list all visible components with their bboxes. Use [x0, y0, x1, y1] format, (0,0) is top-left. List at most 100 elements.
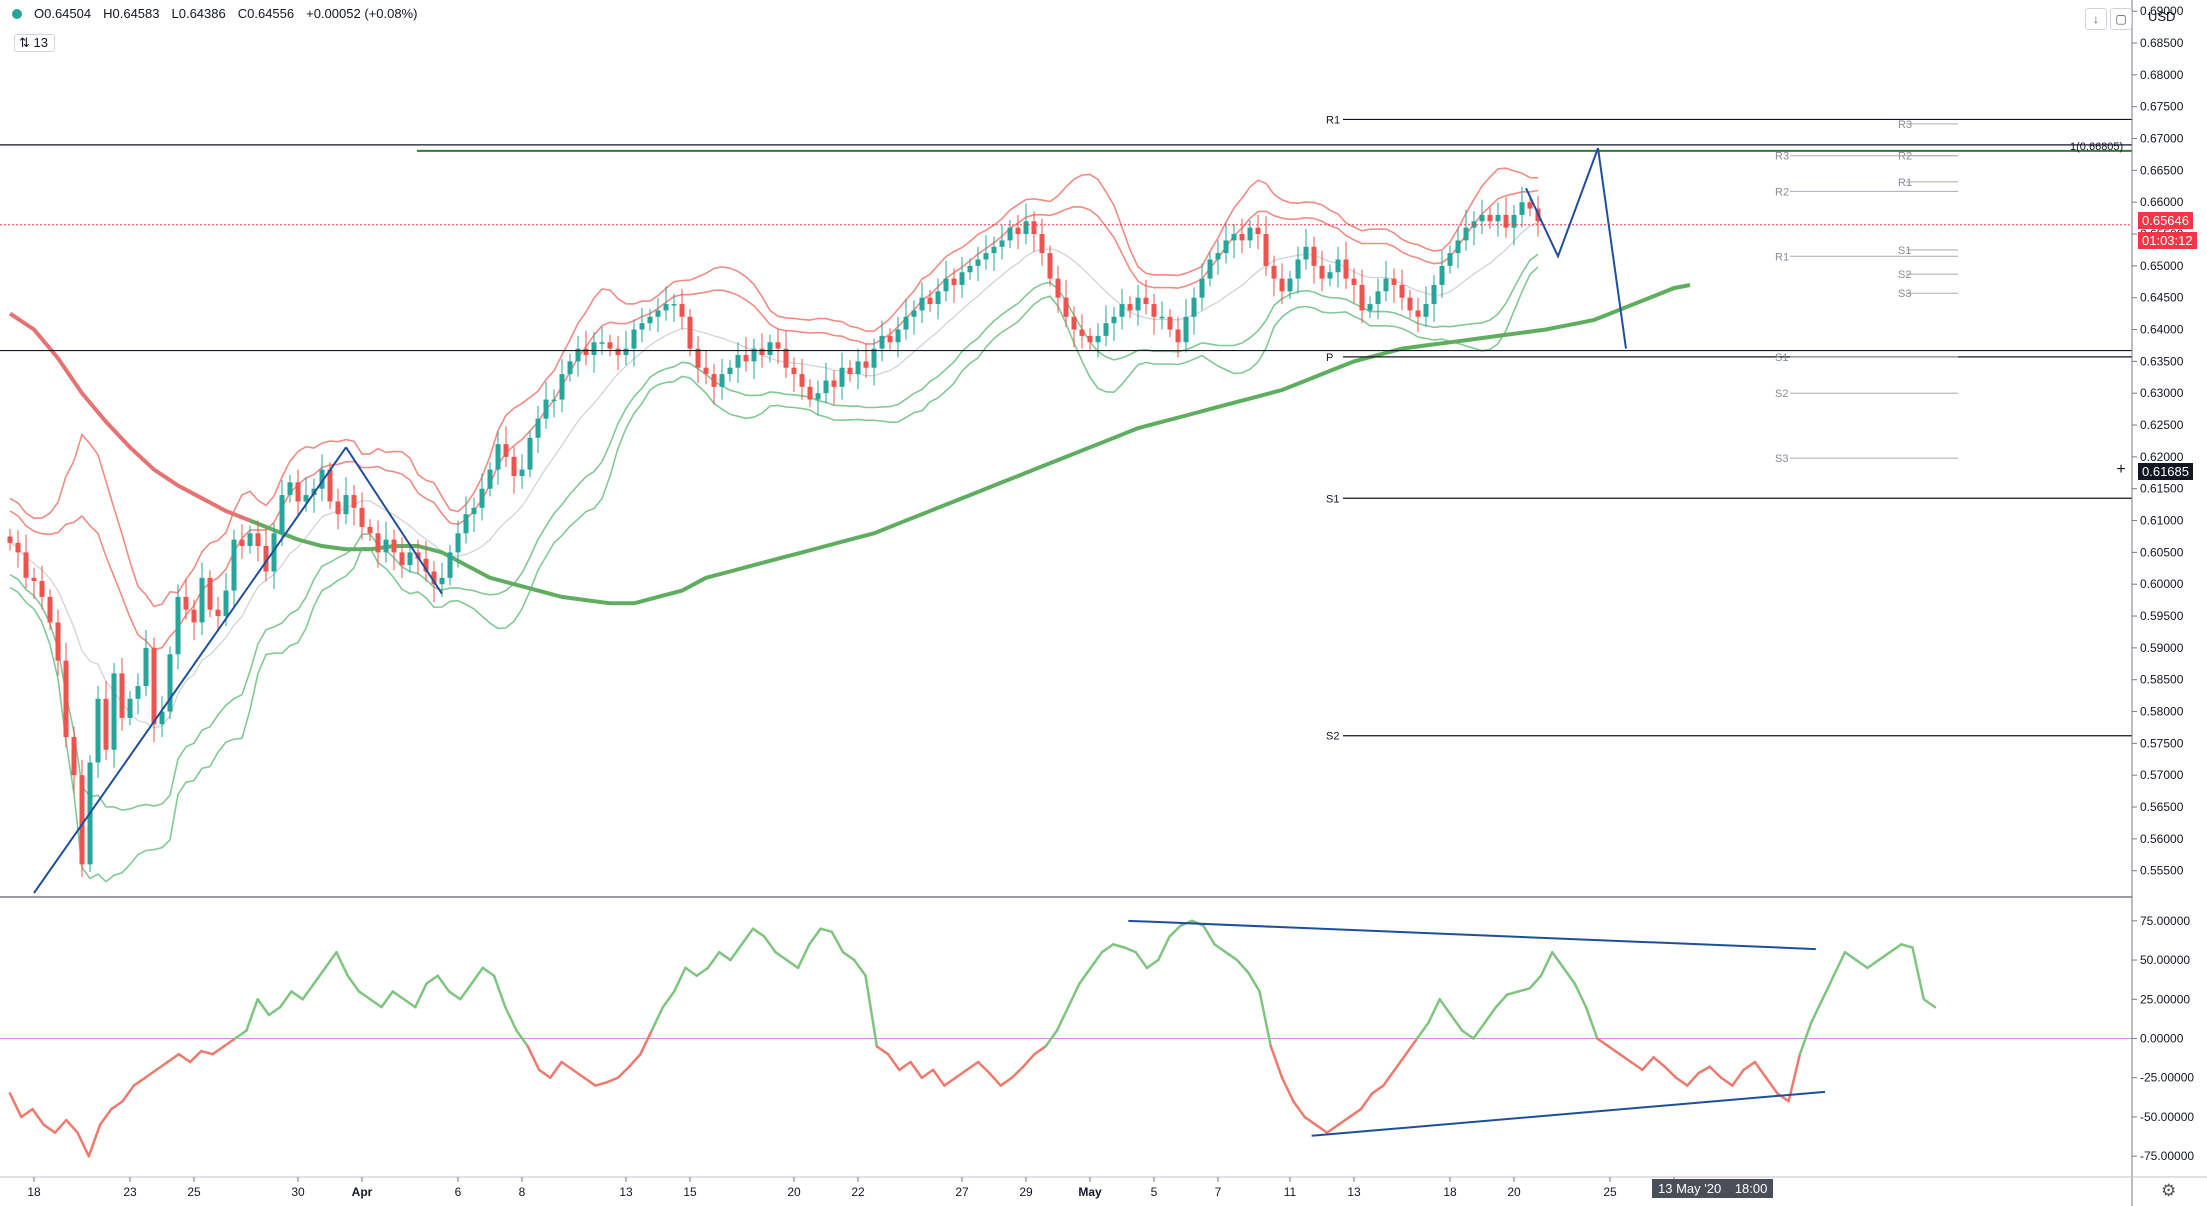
osc-segment [20, 1107, 34, 1119]
candle-body [1135, 297, 1141, 311]
osc-segment [560, 1060, 575, 1072]
candle-body [1183, 316, 1189, 343]
osc-segment [1145, 958, 1160, 970]
price-tick-label: 0.61000 [2140, 514, 2184, 528]
square-icon[interactable]: ▢ [2110, 8, 2132, 30]
candle-body [935, 291, 941, 305]
candle-body [367, 526, 373, 534]
osc-segment [672, 966, 687, 993]
osc-segment [87, 1123, 102, 1158]
candle-body [1047, 253, 1053, 279]
candle-body [1007, 227, 1013, 241]
osc-segment [1078, 966, 1092, 985]
osc-segment [1292, 1100, 1306, 1119]
candle-body [1327, 272, 1333, 279]
osc-segment [1686, 1071, 1700, 1087]
osc-segment [323, 950, 338, 970]
candle-body [79, 775, 85, 865]
candle-body [247, 533, 253, 547]
osc-segment [808, 927, 822, 946]
osc-segment [1021, 1052, 1036, 1068]
level-label: S1 [1326, 493, 1339, 505]
add-plus-icon[interactable]: + [2112, 461, 2130, 479]
time-tick-label: 25 [1603, 1185, 1617, 1199]
osc-segment [290, 990, 304, 1001]
candle-body [703, 367, 709, 375]
osc-segment [999, 1076, 1014, 1087]
candle-body [631, 329, 637, 349]
candle-body [471, 507, 477, 515]
price-tick-label: 0.61500 [2140, 482, 2184, 496]
candle-body [847, 367, 853, 375]
candle-body [287, 482, 293, 496]
osc-segment [965, 1060, 980, 1072]
osc-segment [166, 1052, 181, 1064]
candle-body [1279, 278, 1285, 292]
osc-segment [1359, 1092, 1374, 1111]
crosshair-clock: 18:00 [1734, 1181, 1768, 1196]
ohlc-legend: O0.64504 H0.64583 L0.64386 C0.64556 +0.0… [12, 6, 417, 21]
candle-body [599, 342, 605, 344]
osc-segment [1393, 1052, 1408, 1072]
candle-body [1383, 278, 1389, 292]
gear-icon[interactable]: ⚙ [2161, 1181, 2176, 1201]
osc-segment [909, 1060, 924, 1079]
candle-body [695, 348, 701, 368]
candle-body [55, 622, 61, 661]
level-label: P [1326, 352, 1333, 364]
price-tick-label: 0.66000 [2140, 195, 2184, 209]
osc-segment [1596, 1037, 1610, 1048]
cursor-price-tag: 0.61685 [2138, 463, 2193, 480]
candle-body [1215, 253, 1221, 260]
chart-canvas[interactable]: R1 1(0.66805) P S1 S2 R3 R2 R1 S1 S2 S3 R3 R2 R1 S1 S2 S… [0, 0, 2207, 1206]
candle-body [215, 609, 221, 617]
countdown-value: 01:03:12 [2142, 233, 2193, 248]
price-tick-label: 0.63000 [2140, 386, 2184, 400]
candle-body [943, 278, 949, 292]
candle-body [551, 399, 557, 402]
candle-body [487, 469, 493, 489]
candle-body [1503, 214, 1509, 228]
candle-body [111, 673, 117, 750]
osc-segment [301, 982, 316, 1001]
price-tick-label: 0.55500 [2140, 864, 2184, 878]
candle-body [191, 609, 197, 623]
candle-body [791, 367, 797, 375]
osc-segment [605, 1076, 620, 1084]
osc-segment [335, 950, 349, 977]
candle-body [223, 590, 229, 617]
osc-segment [582, 1076, 597, 1087]
candle-body [799, 374, 805, 387]
price-axis[interactable]: 0.690000.685000.680000.675000.670000.665… [2131, 0, 2194, 1206]
candle-body [775, 342, 781, 349]
price-tick-label: 0.56500 [2140, 800, 2184, 814]
time-axis[interactable]: 18 23 25 30 Apr 6 8 13 15 20 22 27 29 May 5 7 11 13 18 20 25… [0, 1176, 2207, 1199]
arrow-down-icon[interactable]: ↓ [2085, 8, 2107, 30]
candle-body [743, 354, 749, 362]
candle-body [1191, 297, 1197, 317]
osc-tick-label: 75.00000 [2140, 914, 2190, 928]
candle-body [623, 348, 629, 355]
osc-segment [1663, 1065, 1678, 1079]
osc-segment [1821, 974, 1835, 1001]
osc-segment [1089, 950, 1104, 970]
time-tick-label: 18 [1443, 1185, 1457, 1199]
candle-body [1303, 246, 1309, 260]
interval-button[interactable]: ⇅ 13 [14, 34, 55, 52]
osc-segment [976, 1060, 991, 1075]
candle-body [1415, 310, 1421, 317]
time-tick-label: 22 [851, 1185, 865, 1199]
candle-body [1111, 316, 1117, 324]
osc-segment [42, 1123, 57, 1134]
candle-body [927, 297, 933, 305]
oscillator-plot [0, 919, 2132, 1158]
osc-segment [661, 990, 676, 1009]
osc-segment [1438, 998, 1453, 1017]
osc-segment [1010, 1065, 1025, 1079]
osc-segment [1641, 1056, 1655, 1072]
price-tick-label: 0.59500 [2140, 609, 2184, 623]
candle-body [831, 380, 837, 387]
candle-body [1143, 297, 1149, 305]
osc-segment [695, 966, 710, 977]
osc-segment [312, 966, 327, 985]
